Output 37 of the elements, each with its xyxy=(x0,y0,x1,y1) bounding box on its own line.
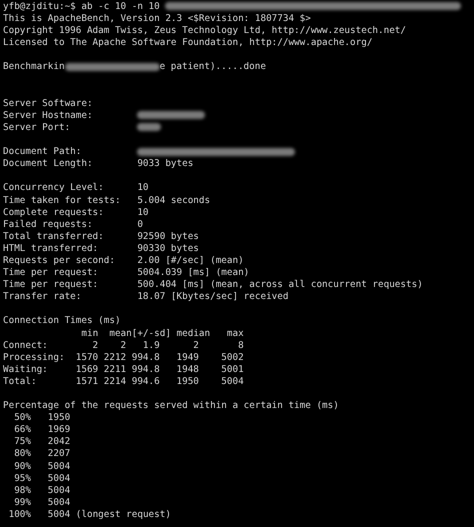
terminal-text: Server Port: xyxy=(3,122,70,133)
terminal-text: Failed requests: 0 xyxy=(3,218,143,230)
terminal-text: Time per request: 5004.039 [ms] (mean) xyxy=(3,267,250,278)
terminal-text: Concurrency Level: 10 xyxy=(3,182,149,194)
terminal-text: 98% 5004 xyxy=(14,484,70,496)
terminal-text: 50% 1950 xyxy=(14,412,70,424)
terminal-text: Percentage of the requests served within a certain time (ms) xyxy=(3,400,339,412)
terminal-text: Server Hostname: xyxy=(3,110,93,121)
terminal-text: Licensed to The Apache Software Foundation, http://www.apache.org/ xyxy=(3,37,372,48)
terminal-text: Connect: 2 2 1.9 2 8 xyxy=(3,340,244,351)
terminal-text: Waiting: 1569 2211 994.8 1948 5001 xyxy=(3,364,244,375)
terminal-text: Server Software: xyxy=(3,98,93,109)
terminal-text: min mean[+/-sd] median max xyxy=(81,328,244,339)
terminal-text: Benchmarkin xyxy=(3,61,65,72)
terminal-text: 99% 5004 xyxy=(14,496,70,508)
terminal-text: HTML transferred: 90330 bytes xyxy=(3,242,199,254)
terminal-text: Processing: 1570 2212 994.8 1949 5002 xyxy=(3,352,244,363)
terminal-text: 100% 5004 (longest request) xyxy=(8,508,171,520)
terminal-text: Time taken for tests: 5.004 seconds xyxy=(3,194,210,206)
terminal-text: 90% 5004 xyxy=(14,460,70,472)
terminal-text: 95% 5004 xyxy=(14,472,70,484)
terminal-text: Requests per second: 2.00 [#/sec] (mean) xyxy=(3,254,244,266)
terminal-text: Time per request: 500.404 [ms] (mean, across all concurrent requests) xyxy=(3,279,423,290)
terminal-text: Complete requests: 10 xyxy=(3,206,149,218)
terminal-text: yfb@zjditu:~$ ab -c 10 -n 10 xyxy=(3,1,160,12)
terminal-text: 80% 2207 xyxy=(14,448,70,460)
terminal-text: Connection Times (ms) xyxy=(3,315,121,326)
terminal-text: Total: 1571 2214 994.6 1950 5004 xyxy=(3,376,244,387)
terminal-text: 75% 2042 xyxy=(14,436,70,448)
terminal-text: Document Path: xyxy=(3,146,82,158)
terminal-text: 66% 1969 xyxy=(14,424,70,436)
terminal-text: e patient).....done xyxy=(160,61,266,72)
terminal-text: Total transferred: 92590 bytes xyxy=(3,230,199,242)
terminal-text: Document Length: 9033 bytes xyxy=(3,158,194,170)
terminal-text: This is ApacheBench, Version 2.3 <$Revision: 1807734 $> xyxy=(3,13,311,24)
terminal-text: Copyright 1996 Adam Twiss, Zeus Technology Ltd, http://www.zeustech.net/ xyxy=(3,25,406,36)
terminal-text: Transfer rate: 18.07 [Kbytes/sec] received xyxy=(3,291,288,302)
